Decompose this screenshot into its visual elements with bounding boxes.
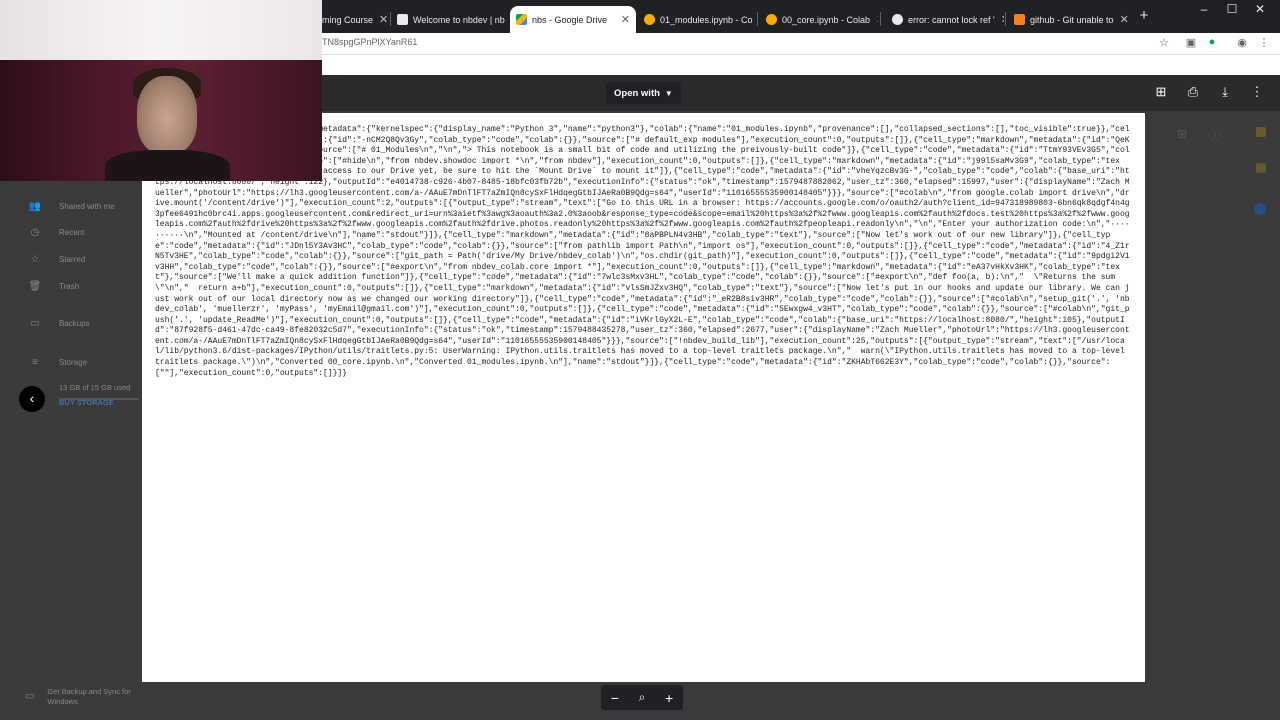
expand-arrow-icon[interactable]: ‹ (19, 386, 45, 412)
tab-error-lock-ref[interactable]: error: cannot lock ref ' ✕ (886, 6, 1004, 33)
sidebar-item-label: Trash (59, 282, 80, 291)
tab-01-modules[interactable]: 01_modules.ipynb - Co ✕ (638, 6, 755, 33)
webcam-overlay (0, 0, 322, 181)
chevron-down-icon: ▼ (664, 88, 673, 98)
storage-icon: ≡ (32, 357, 38, 368)
monitor-icon: ▭ (24, 691, 35, 702)
add-to-drive-icon[interactable]: ⊞ (1152, 83, 1170, 101)
download-icon[interactable]: ⤓ (1216, 83, 1234, 101)
sidebar-item-shared[interactable]: 👥 Shared with me (28, 201, 115, 212)
clock-icon: ◷ (30, 227, 40, 238)
sidebar-item-trash[interactable]: 🗑 Trash (28, 281, 80, 292)
zoom-out-button[interactable]: − (611, 690, 619, 706)
zoom-in-button[interactable]: + (665, 690, 673, 706)
backup-sync-label: Get Backup and Sync for Windows (47, 687, 131, 706)
open-with-label: Open with (614, 87, 660, 99)
sidebar-item-label: Starred (59, 255, 86, 264)
storage-text: 13 GB of 15 GB used (59, 383, 131, 392)
backup-icon: ▭ (30, 318, 40, 329)
presenter-face (137, 76, 197, 154)
minimize-icon[interactable]: – (1192, 2, 1216, 16)
sidebar-item-label: Storage (59, 358, 88, 367)
trash-icon: 🗑 (28, 281, 42, 292)
tab-title: 01_modules.ipynb - Co (660, 14, 753, 25)
sidebar-item-label: Shared with me (59, 202, 115, 211)
grid-view-icon: ⊞ (1177, 127, 1188, 141)
close-icon[interactable]: ✕ (615, 13, 630, 26)
close-icon[interactable]: ✕ (870, 13, 878, 26)
tab-title: 00_core.ipynb - Colab (782, 14, 871, 25)
tab-00-core[interactable]: 00_core.ipynb - Colab ✕ (760, 6, 878, 33)
profile-icon[interactable]: ◉ (1234, 36, 1250, 49)
buy-storage-link[interactable]: BUY STORAGE (59, 398, 114, 407)
star-icon: ☆ (30, 254, 40, 265)
tab-github-git-unable[interactable]: github - Git unable to ✕ (1008, 6, 1130, 33)
sidebar-item-recent[interactable]: ◷ Recent (28, 227, 85, 238)
close-icon[interactable]: ✕ (505, 13, 508, 26)
print-icon[interactable]: ⎙ (1184, 83, 1202, 101)
close-icon[interactable]: ✕ (753, 13, 755, 26)
tab-title: nbs - Google Drive (532, 14, 608, 25)
sidebar-item-storage[interactable]: ≡ Storage (28, 357, 87, 368)
close-window-icon[interactable]: ✕ (1248, 2, 1272, 16)
backup-sync-promo[interactable]: ▭ Get Backup and Sync for Windows (24, 687, 142, 707)
url-text[interactable]: TN8spgGPnPlXYanR61 (322, 37, 417, 47)
new-tab-button[interactable]: + (1132, 7, 1156, 24)
people-icon: 👥 (28, 201, 42, 212)
tasks-icon[interactable] (1254, 203, 1266, 215)
zoom-search-icon[interactable]: ⌕ (639, 690, 646, 705)
extension-icon[interactable]: ▣ (1183, 36, 1199, 49)
info-icon: ⓘ (1209, 129, 1222, 143)
tab-title: github - Git unable to (1030, 14, 1114, 25)
keep-icon[interactable] (1256, 127, 1266, 137)
tab-programming-course[interactable]: ming Course ✕ (316, 6, 389, 33)
sidebar-item-label: Recent (59, 228, 85, 237)
google-drive-icon (516, 14, 527, 25)
right-panel-faded: ⊞ ⓘ (1172, 123, 1280, 683)
colab-icon (644, 14, 655, 25)
open-with-button[interactable]: Open with ▼ (606, 82, 681, 104)
extension-green-icon[interactable]: ● (1204, 36, 1220, 48)
close-icon[interactable]: ✕ (1114, 13, 1129, 26)
sidebar-item-label: Backups (59, 319, 90, 328)
colab-icon (766, 14, 777, 25)
calendar-icon[interactable] (1256, 163, 1266, 173)
star-icon[interactable]: ☆ (1156, 36, 1172, 49)
close-icon[interactable]: ✕ (995, 13, 1004, 26)
tab-welcome-nbdev[interactable]: Welcome to nbdev | nb ✕ (391, 6, 508, 33)
more-options-icon[interactable]: ⋮ (1248, 83, 1266, 101)
sidebar-item-backups[interactable]: ▭ Backups (28, 318, 90, 329)
close-icon[interactable]: ✕ (373, 13, 388, 26)
tab-title: Welcome to nbdev | nb (413, 14, 505, 25)
zoom-controls: − ⌕ + (601, 685, 683, 710)
tab-title: error: cannot lock ref ' (908, 14, 995, 25)
page-icon (397, 14, 408, 25)
github-icon (892, 14, 903, 25)
document-preview: {"nbformat":4,"nbformat_minor":0,"metada… (142, 113, 1145, 682)
menu-icon[interactable]: ⋮ (1256, 36, 1272, 49)
tab-title: ming Course (322, 14, 374, 25)
tab-google-drive[interactable]: nbs - Google Drive ✕ (510, 6, 636, 33)
sidebar-item-starred[interactable]: ☆ Starred (28, 254, 86, 265)
stackoverflow-icon (1014, 14, 1025, 25)
maximize-icon[interactable]: ☐ (1220, 2, 1244, 16)
